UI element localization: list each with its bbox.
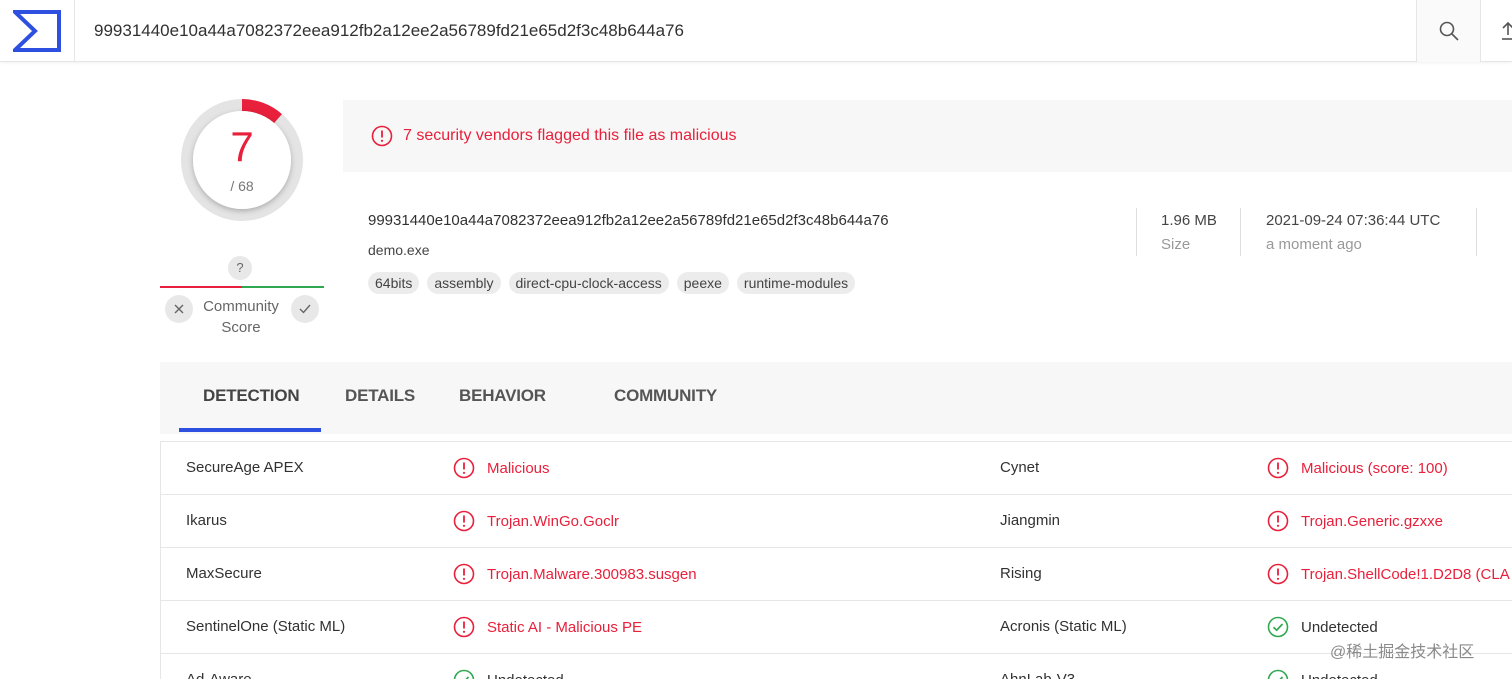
file-size-label: Size bbox=[1161, 236, 1191, 253]
file-tag[interactable]: peexe bbox=[676, 272, 729, 294]
detected-count: 7 bbox=[230, 123, 254, 170]
detection-row: MaxSecure Trojan.Malware.300983.susgen Ris… bbox=[161, 548, 1512, 601]
detection-row: Ikarus Trojan.WinGo.Goclr Jiangmin Trojan.G… bbox=[161, 495, 1512, 548]
file-name: demo.exe bbox=[368, 242, 430, 258]
detection-result: Static AI - Malicious PE bbox=[453, 616, 642, 638]
alert-icon bbox=[453, 616, 475, 638]
detection-result-label: Undetected bbox=[1301, 618, 1378, 636]
alert-icon bbox=[1267, 563, 1289, 585]
detection-result: Trojan.ShellCode!1.D2D8 (CLA bbox=[1267, 563, 1510, 585]
file-tag[interactable]: 64bits bbox=[368, 272, 420, 294]
divider bbox=[1476, 208, 1477, 256]
vendor-name: Acronis (Static ML) bbox=[1000, 618, 1127, 635]
community-score-label: Community Score bbox=[203, 298, 279, 336]
alert-icon bbox=[371, 125, 393, 147]
detection-result: Trojan.WinGo.Goclr bbox=[453, 510, 619, 532]
tab-details[interactable]: DETAILS bbox=[345, 386, 415, 406]
alert-text: 7 security vendors flagged this file as … bbox=[403, 127, 737, 144]
tab-detection[interactable]: DETECTION bbox=[203, 386, 300, 406]
vendor-name: SentinelOne (Static ML) bbox=[186, 618, 346, 635]
vote-harmless-button[interactable] bbox=[291, 295, 319, 323]
engine-total: / 68 bbox=[230, 178, 254, 194]
detection-result: Malicious (score: 100) bbox=[1267, 457, 1448, 479]
detection-result-label: Malicious (score: 100) bbox=[1301, 459, 1448, 477]
detection-result-label: Undetected bbox=[487, 672, 564, 679]
detection-result-label: Trojan.Malware.300983.susgen bbox=[487, 565, 697, 583]
vendor-name: Cynet bbox=[1000, 459, 1040, 476]
vendor-name: MaxSecure bbox=[186, 565, 262, 582]
detection-row: SentinelOne (Static ML) Static AI - Malic… bbox=[161, 601, 1512, 654]
check-circle-icon bbox=[453, 669, 475, 679]
detection-result: Trojan.Generic.gzxxe bbox=[1267, 510, 1443, 532]
detection-result-label: Trojan.WinGo.Goclr bbox=[487, 512, 619, 530]
detection-result: Undetected bbox=[453, 669, 564, 679]
file-tags: 64bits assembly direct-cpu-clock-access … bbox=[368, 272, 856, 294]
upload-button[interactable] bbox=[1480, 0, 1512, 62]
vendor-name: Jiangmin bbox=[1000, 512, 1061, 529]
file-tag[interactable]: runtime-modules bbox=[736, 272, 856, 294]
alert-icon bbox=[453, 563, 475, 585]
vendor-name: Ad-Aware bbox=[186, 671, 252, 679]
detection-result-label: Trojan.ShellCode!1.D2D8 (CLA bbox=[1301, 565, 1510, 583]
vendor-name: Ikarus bbox=[186, 512, 227, 529]
analysis-date-relative: a moment ago bbox=[1266, 236, 1362, 253]
detection-result-label: Malicious bbox=[487, 459, 550, 477]
detection-table: SecureAge APEX Malicious Cynet Malicious (s… bbox=[160, 441, 1512, 679]
alert-icon bbox=[453, 510, 475, 532]
upload-icon bbox=[1502, 21, 1512, 40]
detection-score-gauge: 7 / 68 bbox=[180, 98, 304, 222]
alert-icon bbox=[1267, 510, 1289, 532]
vendor-name: Rising bbox=[1000, 565, 1042, 582]
file-size-value: 1.96 MB bbox=[1161, 212, 1217, 229]
search-input[interactable] bbox=[75, 0, 1415, 62]
detection-result: Trojan.Malware.300983.susgen bbox=[453, 563, 697, 585]
search-button[interactable] bbox=[1416, 0, 1480, 62]
active-tab-indicator bbox=[179, 428, 321, 432]
detection-result-label: Trojan.Generic.gzxxe bbox=[1301, 512, 1444, 530]
watermark: @稀土掘金技术社区 bbox=[1330, 644, 1475, 661]
report-tabs: DETECTION DETAILS BEHAVIOR COMMUNITY bbox=[160, 362, 1512, 434]
tab-behavior[interactable]: BEHAVIOR bbox=[459, 386, 546, 406]
community-score-bad-bar bbox=[160, 286, 242, 288]
detection-result: Undetected bbox=[1267, 616, 1378, 638]
alert-icon bbox=[1267, 457, 1289, 479]
vote-malicious-button[interactable] bbox=[165, 295, 193, 323]
detection-row: SecureAge APEX Malicious Cynet Malicious (s… bbox=[161, 442, 1512, 495]
detection-result: Undetected bbox=[1267, 669, 1378, 679]
vendor-name: SecureAge APEX bbox=[186, 459, 304, 476]
file-tag[interactable]: direct-cpu-clock-access bbox=[508, 272, 669, 294]
detection-result-label: Undetected bbox=[1301, 672, 1378, 679]
detection-row: Ad-Aware Undetected AhnLab-V3 Undetected bbox=[161, 654, 1512, 679]
divider bbox=[1240, 208, 1241, 256]
virustotal-logo-icon[interactable] bbox=[0, 0, 75, 62]
top-bar bbox=[0, 0, 1512, 62]
check-circle-icon bbox=[1267, 669, 1289, 679]
check-circle-icon bbox=[1267, 616, 1289, 638]
analysis-date-value: 2021-09-24 07:36:44 UTC bbox=[1266, 212, 1441, 229]
malicious-alert-banner: 7 security vendors flagged this file as … bbox=[343, 100, 1512, 172]
file-tag[interactable]: assembly bbox=[427, 272, 501, 294]
close-icon bbox=[174, 304, 184, 314]
detection-result: Malicious bbox=[453, 457, 550, 479]
divider bbox=[1136, 208, 1137, 256]
search-icon bbox=[1439, 21, 1459, 41]
alert-icon bbox=[453, 457, 475, 479]
check-icon bbox=[299, 304, 311, 314]
community-score-good-bar bbox=[242, 286, 324, 288]
detection-result-label: Static AI - Malicious PE bbox=[487, 618, 643, 636]
vendor-name: AhnLab-V3 bbox=[1000, 671, 1075, 679]
community-score-value: ? bbox=[228, 256, 252, 280]
tab-community[interactable]: COMMUNITY bbox=[614, 386, 717, 406]
file-hash[interactable]: 99931440e10a44a7082372eea912fb2a12ee2a56… bbox=[368, 212, 889, 229]
